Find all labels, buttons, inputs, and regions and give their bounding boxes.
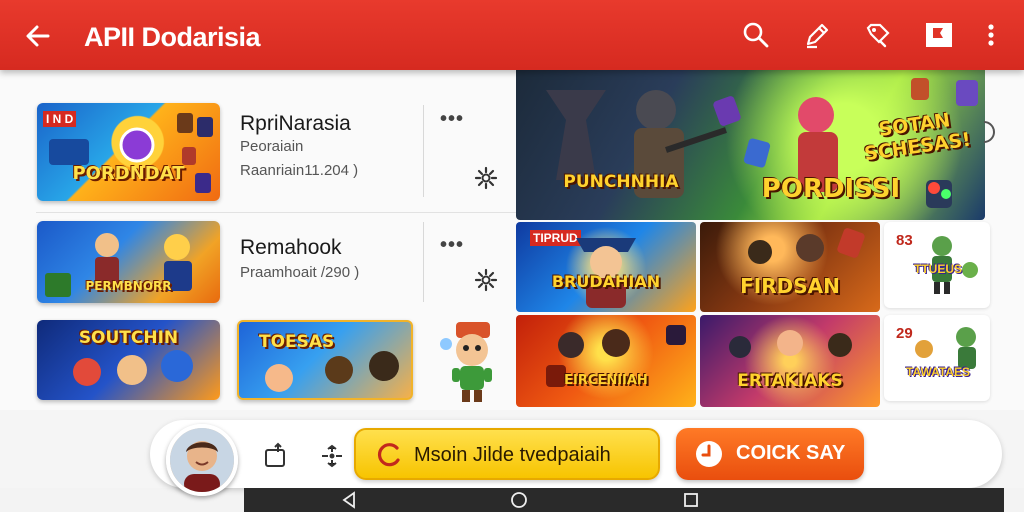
- game-list: I N D PORDNDAT RpriNarasia Peoraiain Raa…: [0, 70, 516, 410]
- tag-icon[interactable]: [863, 20, 893, 52]
- thumb-caption: PERMBNORR: [85, 279, 172, 293]
- tile-art: [748, 228, 865, 264]
- app-title: APII Dodarisia: [84, 22, 261, 52]
- refresh-icon: [376, 442, 402, 468]
- back-triangle-icon[interactable]: [340, 491, 358, 509]
- side-tile[interactable]: 29 TAWATAES: [884, 315, 990, 401]
- more-vertical-icon[interactable]: [976, 20, 1004, 52]
- tile-art: [546, 325, 686, 387]
- item-subtitle: Peoraiain: [240, 138, 304, 155]
- thumb-caption: TOESAS: [259, 332, 335, 352]
- share-export-icon[interactable]: [262, 442, 290, 470]
- item-title: RpriNarasia: [240, 112, 351, 135]
- arrow-left-icon[interactable]: [22, 20, 54, 52]
- tile-art: [576, 238, 636, 308]
- character-sticker: [440, 322, 492, 402]
- list-item[interactable]: I N D PORDNDAT RpriNarasia Peoraiain Raa…: [0, 70, 516, 212]
- tile-caption: FIRDSAN: [740, 274, 840, 298]
- bookmark-flag-icon[interactable]: [924, 20, 954, 52]
- item-meta: Raanriain11.204 ): [240, 162, 359, 179]
- more-horizontal-icon[interactable]: •••: [440, 234, 464, 257]
- game-tile[interactable]: ERTAKIAKS: [700, 315, 880, 407]
- tile-art: [729, 330, 852, 358]
- side-tile-art: [915, 327, 976, 369]
- clock-icon: [694, 439, 724, 469]
- game-thumbnail[interactable]: I N D PORDNDAT: [37, 103, 220, 201]
- gear-icon[interactable]: [474, 166, 498, 190]
- tile-caption: ERTAKIAKS: [737, 371, 843, 391]
- game-thumbnail[interactable]: TOESAS: [237, 320, 413, 400]
- side-tile[interactable]: 83 TTUEUS: [884, 222, 990, 308]
- thumb-caption: SOUTCHIN: [78, 328, 179, 348]
- search-icon[interactable]: [741, 20, 771, 52]
- side-tile-caption: TTUEUS: [914, 262, 962, 276]
- thumb-caption: PORDNDAT: [72, 163, 185, 184]
- system-navigation-bar: [244, 488, 1004, 512]
- edit-pen-icon[interactable]: [802, 20, 832, 52]
- tile-caption: EIRCENIIAH: [564, 373, 648, 388]
- avatar-art: [170, 428, 234, 492]
- featured-grid: PUNCHNHIA PORDISSI SOTAN SCHESAS! TIPRUD…: [516, 70, 1024, 410]
- gear-icon[interactable]: [474, 268, 498, 292]
- secondary-action-label: COICK SAY: [736, 442, 846, 464]
- tile-caption: BRUDAHIAN: [551, 272, 661, 291]
- list-item[interactable]: PERMBNORR Remahook Praamhoait /290 ) •••: [0, 212, 516, 312]
- app-bar: APII Dodarisia: [0, 0, 1024, 70]
- secondary-action-button[interactable]: COICK SAY: [676, 428, 864, 480]
- avatar[interactable]: [166, 424, 238, 496]
- hero-caption-left: PUNCHNHIA: [563, 172, 679, 192]
- item-title: Remahook: [240, 236, 342, 259]
- game-thumbnail[interactable]: SOUTCHIN: [37, 320, 220, 400]
- more-horizontal-icon[interactable]: •••: [440, 108, 464, 131]
- home-circle-icon[interactable]: [510, 491, 528, 509]
- game-tile[interactable]: TIPRUD BRUDAHIAN: [516, 222, 696, 312]
- primary-action-label: Msoin Jilde tvedpaiaih: [414, 444, 611, 466]
- game-thumbnail[interactable]: PERMBNORR: [37, 221, 220, 303]
- game-tile[interactable]: FIRDSAN: [700, 222, 880, 312]
- recents-square-icon[interactable]: [682, 491, 700, 509]
- divider: [423, 105, 424, 197]
- move-handle-icon[interactable]: [318, 442, 346, 470]
- hero-banner[interactable]: PUNCHNHIA PORDISSI SOTAN SCHESAS!: [516, 70, 985, 220]
- primary-action-button[interactable]: Msoin Jilde tvedpaiaih: [354, 428, 660, 480]
- settings-fragment-icon: [983, 121, 995, 143]
- item-subtitle: Praamhoait /290 ): [240, 264, 360, 281]
- divider: [423, 222, 424, 302]
- hero-caption-right: PORDISSI: [761, 174, 901, 204]
- game-tile[interactable]: EIRCENIIAH: [516, 315, 696, 407]
- side-tile-caption: TAWATAES: [906, 365, 970, 379]
- thumbnail-art: [49, 113, 213, 193]
